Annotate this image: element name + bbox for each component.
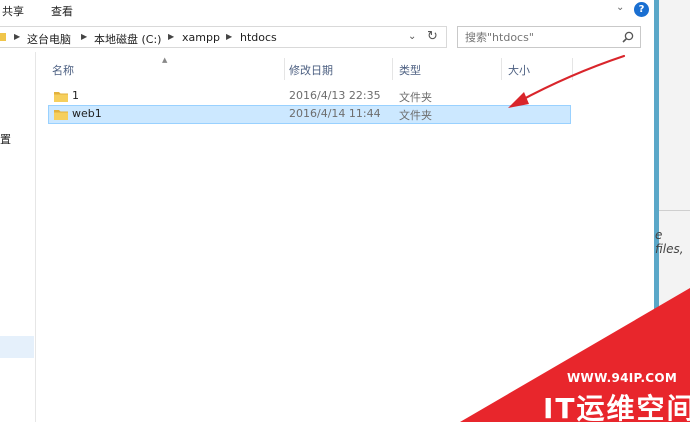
tab-view[interactable]: 查看 xyxy=(51,3,73,19)
folder-icon xyxy=(54,110,68,120)
column-header-name[interactable]: 名称 xyxy=(52,62,74,78)
divider xyxy=(659,210,690,211)
search-input[interactable] xyxy=(465,31,615,44)
folder-icon xyxy=(0,32,6,44)
address-bar[interactable]: ▶ 这台电脑 ▶ 本地磁盘 (C:) ▶ xampp ▶ htdocs ⌄ ↻ xyxy=(0,26,447,48)
chevron-right-icon[interactable]: ▶ xyxy=(168,32,174,41)
breadcrumb-local-disk[interactable]: 本地磁盘 (C:) xyxy=(94,31,161,47)
breadcrumb-this-pc[interactable]: 这台电脑 xyxy=(27,31,71,47)
tab-share[interactable]: 共享 xyxy=(2,3,24,19)
file-name[interactable]: 1 xyxy=(72,89,79,102)
file-row-selected[interactable]: web1 2016/4/14 11:44 文件夹 xyxy=(48,105,571,124)
file-row[interactable]: 1 2016/4/13 22:35 文件夹 xyxy=(48,87,571,106)
column-headers: ▲ 名称 修改日期 类型 大小 xyxy=(48,56,573,80)
chevron-right-icon[interactable]: ▶ xyxy=(226,32,232,41)
annotation-arrow xyxy=(508,54,626,108)
navigation-pane: 置 xyxy=(0,52,36,422)
search-box[interactable] xyxy=(457,26,641,48)
address-dropdown-icon[interactable]: ⌄ xyxy=(408,31,416,42)
background-text: e files, xyxy=(655,228,684,256)
breadcrumb-htdocs[interactable]: htdocs xyxy=(240,31,277,44)
folder-icon xyxy=(54,92,68,102)
help-button[interactable]: ? xyxy=(634,2,649,17)
refresh-icon[interactable]: ↻ xyxy=(427,29,438,44)
nav-item-selected[interactable] xyxy=(0,336,34,358)
column-header-date[interactable]: 修改日期 xyxy=(289,62,333,78)
breadcrumb-xampp[interactable]: xampp xyxy=(182,31,220,44)
chevron-right-icon[interactable]: ▶ xyxy=(14,32,20,41)
chevron-down-icon[interactable]: ⌄ xyxy=(616,2,624,13)
watermark-url: WWW.94IP.COM xyxy=(567,371,678,385)
ribbon-tabs: 共享 查看 ⌄ ? xyxy=(0,0,654,22)
sort-ascending-icon: ▲ xyxy=(162,56,168,64)
file-date: 2016/4/14 11:44 xyxy=(289,107,381,120)
watermark-text: IT运维空间 xyxy=(543,392,690,425)
nav-item-label[interactable]: 置 xyxy=(0,131,11,147)
file-type: 文件夹 xyxy=(399,91,432,104)
file-date: 2016/4/13 22:35 xyxy=(289,89,381,102)
column-header-type[interactable]: 类型 xyxy=(399,62,421,78)
file-name[interactable]: web1 xyxy=(72,107,102,120)
file-type: 文件夹 xyxy=(399,109,432,122)
column-divider[interactable] xyxy=(392,58,393,80)
search-icon[interactable] xyxy=(621,30,635,44)
chevron-right-icon[interactable]: ▶ xyxy=(81,32,87,41)
column-divider[interactable] xyxy=(284,58,285,80)
